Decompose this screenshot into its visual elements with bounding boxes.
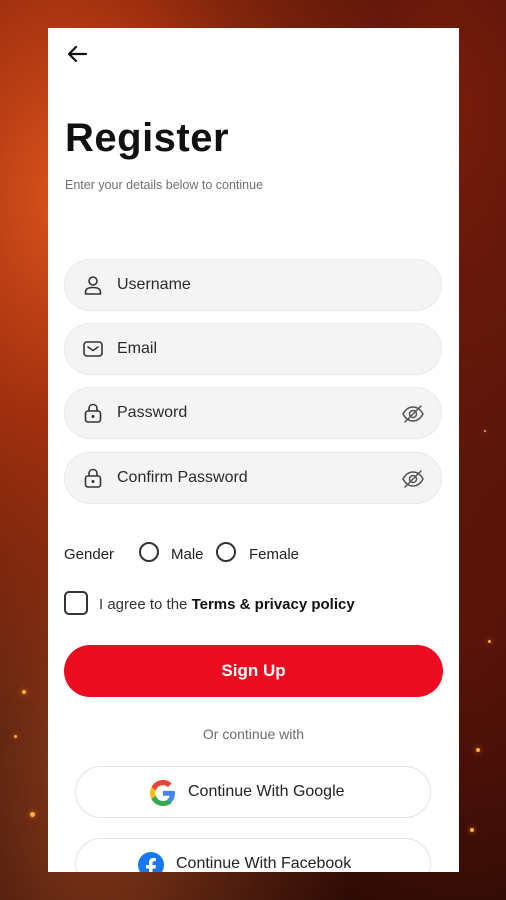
password-placeholder: Password bbox=[117, 404, 188, 421]
google-signin-button[interactable]: Continue With Google bbox=[75, 766, 431, 818]
terms-text: I agree to the Terms & privacy policy bbox=[99, 596, 355, 613]
page-title: Register bbox=[65, 116, 230, 160]
gender-option-female: Female bbox=[249, 546, 300, 563]
mail-icon bbox=[82, 338, 104, 360]
google-button-label: Continue With Google bbox=[188, 783, 345, 800]
terms-agreement-row: I agree to the Terms & privacy policy bbox=[64, 591, 444, 617]
radio-male[interactable] bbox=[139, 542, 159, 562]
terms-checkbox[interactable] bbox=[64, 591, 88, 615]
facebook-icon bbox=[138, 852, 164, 872]
page-subtitle: Enter your details below to continue bbox=[65, 178, 264, 192]
or-continue-label: Or continue with bbox=[202, 726, 305, 742]
radio-female[interactable] bbox=[216, 542, 236, 562]
gender-label: Gender bbox=[64, 546, 115, 563]
facebook-button-label: Continue With Facebook bbox=[176, 855, 352, 872]
lock-icon bbox=[82, 467, 104, 489]
back-arrow-icon[interactable] bbox=[64, 40, 92, 68]
email-placeholder: Email bbox=[117, 340, 158, 357]
terms-link[interactable]: Terms & privacy policy bbox=[192, 596, 355, 613]
register-card: Register Enter your details below to con… bbox=[48, 28, 459, 872]
username-placeholder: Username bbox=[117, 276, 191, 293]
sign-up-button[interactable]: Sign Up bbox=[64, 645, 443, 697]
facebook-signin-button[interactable]: Continue With Facebook bbox=[75, 838, 431, 872]
eye-off-icon[interactable] bbox=[401, 402, 425, 426]
email-field[interactable]: Email bbox=[64, 323, 442, 375]
terms-prefix: I agree to the bbox=[99, 596, 192, 613]
confirm-password-placeholder: Confirm Password bbox=[117, 469, 248, 486]
confirm-password-field[interactable]: Confirm Password bbox=[64, 452, 442, 504]
user-icon bbox=[82, 274, 104, 296]
google-icon bbox=[150, 780, 176, 806]
password-field[interactable]: Password bbox=[64, 387, 442, 439]
gender-option-male: Male bbox=[171, 546, 204, 563]
gender-row: Gender Male Female bbox=[64, 542, 424, 566]
lock-icon bbox=[82, 402, 104, 424]
eye-off-icon[interactable] bbox=[401, 467, 425, 491]
username-field[interactable]: Username bbox=[64, 259, 442, 311]
